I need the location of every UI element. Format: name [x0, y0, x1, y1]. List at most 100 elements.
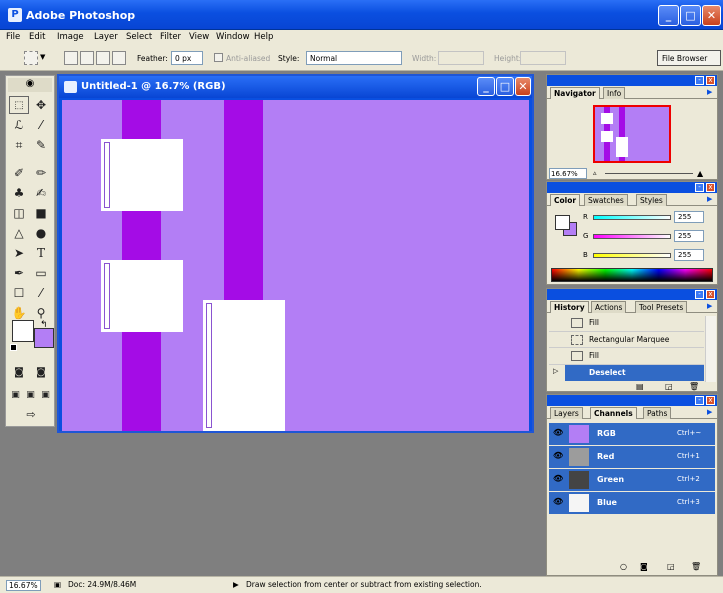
notes-tool-icon[interactable]: ☐: [9, 284, 29, 302]
eye-icon[interactable]: 👁: [553, 497, 563, 506]
panel-menu-icon[interactable]: ▶: [707, 195, 712, 203]
swap-colors-icon[interactable]: ↰: [40, 320, 48, 330]
color-fg-swatch[interactable]: [555, 215, 570, 230]
new-document-icon[interactable]: ▤: [636, 382, 644, 391]
panel-menu-icon[interactable]: ▶: [707, 88, 712, 96]
jump-to-imageready-icon[interactable]: ⇨: [18, 406, 44, 424]
channel-row-blue[interactable]: 👁 Blue Ctrl+3: [549, 492, 715, 514]
menu-view[interactable]: View: [189, 32, 209, 42]
pen-tool-icon[interactable]: ✒: [9, 264, 29, 282]
new-channel-icon[interactable]: ◲: [667, 562, 675, 571]
menu-layer[interactable]: Layer: [94, 32, 118, 42]
screen-mode-standard-icon[interactable]: ▣: [8, 386, 23, 404]
menu-select[interactable]: Select: [126, 32, 152, 42]
tab-actions[interactable]: Actions: [591, 301, 627, 313]
zoom-in-icon[interactable]: ▲: [697, 169, 703, 178]
panel-minimize-icon[interactable]: -: [695, 183, 704, 192]
screen-mode-full-menu-icon[interactable]: ▣: [23, 386, 38, 404]
history-item-selected[interactable]: Deselect: [565, 365, 704, 381]
height-input[interactable]: [520, 51, 566, 65]
standard-mode-icon[interactable]: ◙: [9, 364, 29, 382]
width-input[interactable]: [438, 51, 484, 65]
menu-help[interactable]: Help: [254, 32, 273, 42]
color-b-slider[interactable]: [593, 253, 671, 258]
marquee-tool-preset-icon[interactable]: [24, 51, 38, 65]
magic-wand-tool-icon[interactable]: ⁄: [31, 116, 51, 134]
panel-minimize-icon[interactable]: -: [695, 396, 704, 405]
navigator-zoom-field[interactable]: 16.67%: [549, 168, 587, 179]
file-browser-button[interactable]: File Browser: [657, 50, 721, 66]
new-selection-icon[interactable]: [64, 51, 78, 65]
marquee-tool-icon[interactable]: ⬚: [9, 96, 29, 114]
path-select-tool-icon[interactable]: ➤: [9, 244, 29, 262]
color-r-slider[interactable]: [593, 215, 671, 220]
tab-paths[interactable]: Paths: [643, 407, 672, 419]
add-selection-icon[interactable]: [80, 51, 94, 65]
menu-file[interactable]: File: [6, 32, 20, 42]
channel-row-rgb[interactable]: 👁 RGB Ctrl+~: [549, 423, 715, 445]
eyedropper-tool-icon[interactable]: ⁄: [31, 284, 51, 302]
color-b-input[interactable]: 255: [674, 249, 704, 261]
adobe-eye-icon[interactable]: ◉: [8, 78, 52, 92]
lasso-tool-icon[interactable]: ℒ: [9, 116, 29, 134]
status-zoom[interactable]: 16.67%: [6, 580, 41, 591]
panel-close-icon[interactable]: x: [706, 183, 715, 192]
tab-tool-presets[interactable]: Tool Presets: [635, 301, 688, 313]
stamp-tool-icon[interactable]: ♣: [9, 184, 29, 202]
feather-input[interactable]: 0 px: [171, 51, 203, 65]
trash-icon[interactable]: 🗑: [689, 382, 699, 391]
subtract-selection-icon[interactable]: [96, 51, 110, 65]
move-tool-icon[interactable]: ✥: [31, 96, 51, 114]
panel-close-icon[interactable]: x: [706, 396, 715, 405]
minimize-button[interactable]: _: [658, 5, 679, 26]
new-snapshot-icon[interactable]: ◲: [665, 382, 673, 391]
menu-window[interactable]: Window: [216, 32, 250, 42]
panel-minimize-icon[interactable]: -: [695, 76, 704, 85]
delete-channel-icon[interactable]: 🗑: [691, 562, 701, 571]
panel-minimize-icon[interactable]: -: [695, 290, 704, 299]
zoom-slider[interactable]: [605, 173, 693, 174]
type-tool-icon[interactable]: T: [31, 244, 51, 262]
tab-info[interactable]: Info: [603, 87, 626, 99]
save-selection-icon[interactable]: ◙: [640, 562, 648, 571]
default-colors-icon[interactable]: [10, 344, 17, 351]
eye-icon[interactable]: 👁: [553, 428, 563, 437]
eraser-tool-icon[interactable]: ◫: [9, 204, 29, 222]
panel-menu-icon[interactable]: ▶: [707, 408, 712, 416]
navigator-preview[interactable]: [593, 105, 671, 163]
history-scrollbar[interactable]: [705, 316, 716, 382]
document-maximize-button[interactable]: □: [496, 77, 514, 96]
image-canvas[interactable]: [62, 100, 529, 431]
tab-styles[interactable]: Styles: [636, 194, 667, 206]
menu-image[interactable]: Image: [57, 32, 84, 42]
gradient-tool-icon[interactable]: ■: [31, 204, 51, 222]
document-close-button[interactable]: ✕: [515, 77, 531, 96]
load-selection-icon[interactable]: ○: [620, 562, 627, 571]
shape-tool-icon[interactable]: ▭: [31, 264, 51, 282]
panel-close-icon[interactable]: x: [706, 290, 715, 299]
quickmask-mode-icon[interactable]: ◙: [31, 364, 51, 382]
panel-close-icon[interactable]: x: [706, 76, 715, 85]
brush-tool-icon[interactable]: ✏: [31, 164, 51, 182]
tab-layers[interactable]: Layers: [550, 407, 583, 419]
anti-aliased-checkbox[interactable]: [214, 53, 223, 62]
status-arrow-icon[interactable]: ▶: [233, 580, 239, 589]
history-brush-icon[interactable]: ✍: [31, 184, 51, 202]
intersect-selection-icon[interactable]: [112, 51, 126, 65]
tab-color[interactable]: Color: [550, 194, 581, 206]
blur-tool-icon[interactable]: △: [9, 224, 29, 242]
foreground-color-swatch[interactable]: [12, 320, 34, 342]
document-minimize-button[interactable]: _: [477, 77, 495, 96]
style-select[interactable]: Normal: [306, 51, 402, 65]
preset-dropdown-icon[interactable]: ▼: [40, 53, 45, 61]
color-ramp[interactable]: [551, 268, 713, 282]
background-color-swatch[interactable]: [34, 328, 54, 348]
panel-menu-icon[interactable]: ▶: [707, 302, 712, 310]
menu-filter[interactable]: Filter: [160, 32, 181, 42]
channel-row-red[interactable]: 👁 Red Ctrl+1: [549, 446, 715, 468]
color-g-input[interactable]: 255: [674, 230, 704, 242]
eye-icon[interactable]: 👁: [553, 451, 563, 460]
dodge-tool-icon[interactable]: ●: [31, 224, 51, 242]
tab-history[interactable]: History: [550, 301, 589, 313]
crop-tool-icon[interactable]: ⌗: [9, 136, 29, 154]
